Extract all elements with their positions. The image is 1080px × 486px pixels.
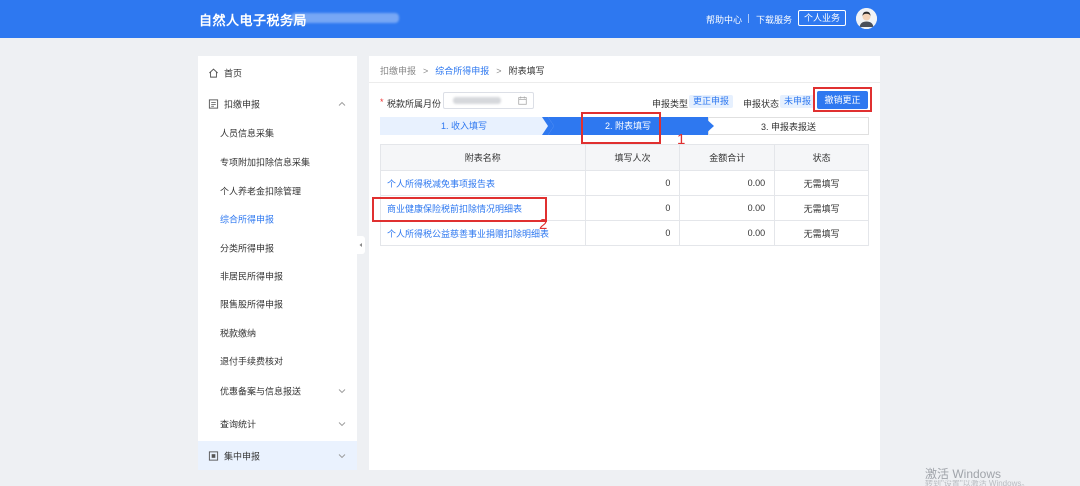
step-arrow [704,117,714,135]
chevron-down-icon [338,454,346,459]
help-center-link[interactable]: 帮助中心 [706,13,742,26]
blurred-period-value [453,97,501,104]
sidebar-item-preferential-filing[interactable]: 优惠备案与信息报送 [198,377,357,405]
sidebar-item-personnel-info[interactable]: 人员信息采集 [198,119,357,147]
annotation-box-health-insurance [372,197,547,222]
sidebar-item-label: 优惠备案与信息报送 [220,386,302,397]
sidebar-item-classified-income[interactable]: 分类所得申报 [198,234,357,262]
sidebar-item-label: 综合所得申报 [220,214,275,225]
breadcrumb-current: 附表填写 [508,66,545,76]
sidebar-item-tax-payment[interactable]: 税款缴纳 [198,319,357,347]
annotation-number-2: 2 [539,216,548,233]
sidebar-item-comprehensive-income[interactable]: 综合所得申报 [198,205,357,233]
sidebar-item-label: 税款缴纳 [220,328,257,339]
amount-cell: 0.00 [679,170,776,196]
col-schedule-name: 附表名称 [380,144,586,171]
home-icon [209,68,218,78]
calendar-icon [518,96,527,105]
sidebar-item-label: 非居民所得申报 [220,271,284,282]
amount-cell: 0.00 [679,195,776,221]
user-avatar-icon [856,8,877,29]
sidebar-item-label: 查询统计 [220,419,257,430]
sidebar-item-label: 扣缴申报 [224,99,261,110]
chevron-left-icon [359,243,362,247]
col-status: 状态 [774,144,869,171]
declare-type-label: 申报类型 [652,99,689,109]
annotation-box-step2 [581,112,661,144]
sidebar-item-query-statistics[interactable]: 查询统计 [198,410,357,438]
sidebar-item-label: 分类所得申报 [220,243,275,254]
sidebar-item-home[interactable]: 首页 [198,59,357,87]
declare-type-tag: 更正申报 [689,95,734,108]
table-header-row: 附表名称 填写人次 金额合计 状态 [380,144,869,171]
sidebar-item-nonresident-income[interactable]: 非居民所得申报 [198,262,357,290]
nav-divider [748,14,749,23]
sidebar-item-label: 专项附加扣除信息采集 [220,157,311,168]
sidebar-item-centralized-declare[interactable]: 集中申报 [198,441,357,470]
sidebar-item-label: 首页 [224,68,243,79]
breadcrumb-comprehensive[interactable]: 综合所得申报 [435,64,489,77]
schedule-link[interactable]: 个人所得税减免事项报告表 [380,170,586,196]
table-row: 个人所得税公益慈善事业捐赠扣除明细表 0 0.00 无需填写 [380,220,869,246]
declare-icon [208,99,219,109]
status-cell: 无需填写 [774,220,869,246]
fill-count-cell: 0 [584,220,681,246]
step-submit[interactable]: 3. 申报表报送 [708,117,869,135]
sidebar-item-label: 退付手续费核对 [220,356,284,367]
chevron-up-icon [338,101,346,106]
sidebar-item-pension-deduction[interactable]: 个人养老金扣除管理 [198,177,357,205]
declare-status-label: 申报状态 [743,99,780,109]
annotation-number-1: 1 [677,131,686,148]
sidebar-item-label: 个人养老金扣除管理 [220,186,302,197]
sidebar-item-label: 人员信息采集 [220,128,275,139]
avatar[interactable] [856,8,877,29]
fill-count-cell: 0 [584,170,681,196]
schedule-link[interactable]: 个人所得税公益慈善事业捐赠扣除明细表 [380,220,586,246]
sidebar: 首页 扣缴申报 人员信息采集 专项附加扣除信息采集 个人养老金扣除管理 综合所得… [198,56,357,470]
breadcrumb: 扣缴申报 > 综合所得申报 > 附表填写 [380,64,545,77]
step-income-fill[interactable]: 1. 收入填写 [380,117,548,135]
top-header: 自然人电子税务局 帮助中心 下载服务 个人业务 [0,0,1080,38]
chevron-down-icon [338,389,346,394]
sidebar-collapse-handle[interactable] [357,236,365,254]
chevron-down-icon [338,422,346,427]
download-service-link[interactable]: 下载服务 [756,13,792,26]
personal-business-button[interactable]: 个人业务 [798,10,846,26]
sidebar-item-label: 集中申报 [224,451,261,462]
breadcrumb-separator: > [423,66,429,76]
sidebar-item-withholding-declare[interactable]: 扣缴申报 [198,90,357,118]
activation-watermark-subtitle: 转到"设置"以激活 Windows。 [925,480,1030,486]
col-fill-count: 填写人次 [584,144,681,171]
status-cell: 无需填写 [774,170,869,196]
col-amount-total: 金额合计 [679,144,776,171]
breadcrumb-divider [369,82,880,83]
period-label: 税款所属月份 [387,99,442,109]
breadcrumb-separator: > [496,66,502,76]
schedule-table: 附表名称 填写人次 金额合计 状态 个人所得税减免事项报告表 0 0.00 无需… [380,144,869,246]
sidebar-item-special-deduction[interactable]: 专项附加扣除信息采集 [198,148,357,176]
sidebar-item-refund-fee-check[interactable]: 退付手续费核对 [198,347,357,375]
status-cell: 无需填写 [774,195,869,221]
table-row: 个人所得税减免事项报告表 0 0.00 无需填写 [380,170,869,196]
breadcrumb-withholding[interactable]: 扣缴申报 [380,64,416,77]
declare-status-tag: 未申报 [780,95,816,108]
period-date-picker[interactable] [443,92,534,109]
amount-cell: 0.00 [679,220,776,246]
required-asterisk: * [380,97,384,107]
sidebar-item-restricted-shares[interactable]: 限售股所得申报 [198,290,357,318]
fill-count-cell: 0 [584,195,681,221]
blurred-region-name [291,13,399,23]
step-arrow [542,117,554,135]
centralized-icon [208,451,219,461]
annotation-box-revoke [813,87,872,112]
sidebar-item-label: 限售股所得申报 [220,299,284,310]
